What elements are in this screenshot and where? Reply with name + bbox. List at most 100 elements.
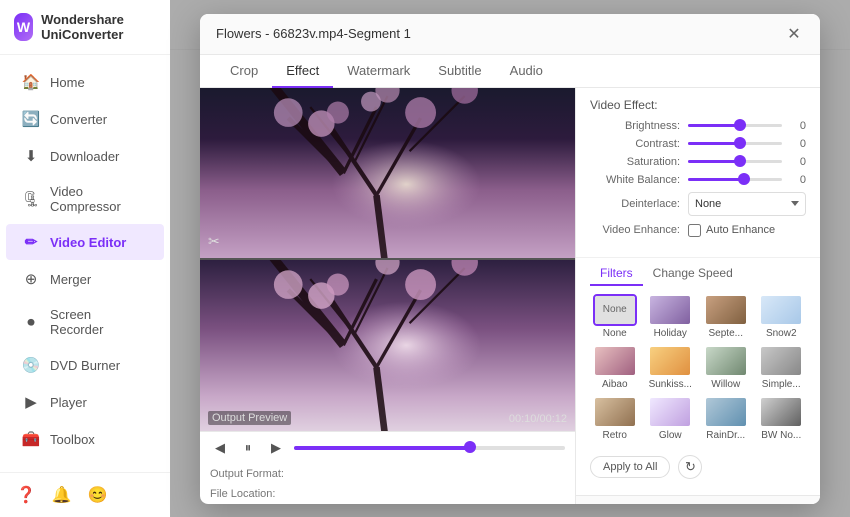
output-preview-label: Output Preview bbox=[208, 411, 291, 425]
tab-crop[interactable]: Crop bbox=[216, 55, 272, 88]
tree-overlay-top bbox=[200, 88, 575, 259]
filter-label-snow2: Snow2 bbox=[766, 328, 797, 339]
edit-dialog: Flowers - 66823v.mp4-Segment 1 ✕ Crop Ef… bbox=[200, 14, 820, 504]
tab-filters[interactable]: Filters bbox=[590, 262, 643, 286]
editor-icon: ✏ bbox=[22, 233, 40, 251]
white-balance-row: White Balance: 0 bbox=[590, 174, 806, 186]
sidebar-item-player[interactable]: ▶ Player bbox=[6, 384, 164, 420]
sidebar-item-label: Converter bbox=[50, 112, 107, 127]
auto-enhance-wrap: Auto Enhance bbox=[688, 224, 775, 237]
pause-button[interactable]: ⏸ bbox=[238, 438, 258, 458]
converter-icon: 🔄 bbox=[22, 110, 40, 128]
video-preview-input: ✂ bbox=[200, 88, 575, 259]
filter-aibao[interactable]: Aibao bbox=[590, 345, 640, 390]
white-balance-slider[interactable] bbox=[688, 178, 782, 181]
contrast-slider[interactable] bbox=[688, 142, 782, 145]
filter-thumb-raindr bbox=[704, 396, 748, 428]
filter-label-none: None bbox=[603, 328, 627, 339]
filter-raindr[interactable]: RainDr... bbox=[701, 396, 751, 441]
deinterlace-select[interactable]: None Yadif Yadif 2x bbox=[688, 192, 806, 216]
filter-sunkiss[interactable]: Sunkiss... bbox=[646, 345, 696, 390]
filter-retro[interactable]: Retro bbox=[590, 396, 640, 441]
file-location-label: File Location: bbox=[210, 488, 300, 500]
effect-section-title: Video Effect: bbox=[590, 98, 806, 112]
saturation-thumb bbox=[734, 155, 746, 167]
scissors-icon: ✂ bbox=[208, 233, 220, 250]
filter-willow[interactable]: Willow bbox=[701, 345, 751, 390]
progress-bar[interactable] bbox=[294, 446, 565, 450]
contrast-value: 0 bbox=[788, 138, 806, 150]
filter-thumb-septe bbox=[704, 294, 748, 326]
sidebar-footer: ❓ 🔔 😊 bbox=[0, 472, 170, 517]
auto-enhance-checkbox[interactable] bbox=[688, 224, 701, 237]
filter-septe[interactable]: Septe... bbox=[701, 294, 751, 339]
white-balance-fill bbox=[688, 178, 744, 181]
compressor-icon: 🗜 bbox=[22, 190, 40, 208]
filter-label-simple: Simple... bbox=[762, 379, 801, 390]
sidebar-item-label: Home bbox=[50, 75, 85, 90]
filter-bw[interactable]: BW No... bbox=[757, 396, 807, 441]
video-preview-output: Output Preview 00:10/00:12 bbox=[200, 258, 575, 431]
app-logo: W Wondershare UniConverter bbox=[0, 0, 170, 55]
sidebar-item-label: Merger bbox=[50, 272, 91, 287]
dialog-overlay: Flowers - 66823v.mp4-Segment 1 ✕ Crop Ef… bbox=[170, 0, 850, 517]
toolbox-icon: 🧰 bbox=[22, 430, 40, 448]
sidebar-item-video-editor[interactable]: ✏ Video Editor bbox=[6, 224, 164, 260]
dialog-body: ✂ bbox=[200, 88, 820, 504]
sidebar-item-label: Player bbox=[50, 395, 87, 410]
refresh-filter-button[interactable]: ↻ bbox=[678, 455, 702, 479]
filter-actions: Apply to All ↻ bbox=[590, 449, 806, 485]
brightness-slider[interactable] bbox=[688, 124, 782, 127]
saturation-row: Saturation: 0 bbox=[590, 156, 806, 168]
effect-section: Video Effect: Brightness: 0 bbox=[576, 88, 820, 257]
saturation-slider[interactable] bbox=[688, 160, 782, 163]
white-balance-thumb bbox=[738, 173, 750, 185]
filter-thumb-retro bbox=[593, 396, 637, 428]
sidebar-item-toolbox[interactable]: 🧰 Toolbox bbox=[6, 421, 164, 457]
close-button[interactable]: ✕ bbox=[784, 24, 804, 44]
next-frame-button[interactable]: ▶ bbox=[266, 438, 286, 458]
auto-enhance-label: Auto Enhance bbox=[706, 224, 775, 236]
sidebar-item-label: Downloader bbox=[50, 149, 119, 164]
filter-grid: None None Holiday bbox=[590, 294, 806, 441]
filter-thumb-holiday bbox=[648, 294, 692, 326]
video-timestamp: 00:10/00:12 bbox=[509, 413, 567, 425]
prev-frame-button[interactable]: ◀ bbox=[210, 438, 230, 458]
app-name: Wondershare UniConverter bbox=[41, 12, 156, 42]
account-icon[interactable]: 😊 bbox=[88, 485, 108, 505]
notification-icon[interactable]: 🔔 bbox=[52, 485, 72, 505]
deinterlace-row: Deinterlace: None Yadif Yadif 2x bbox=[590, 192, 806, 216]
sidebar-item-home[interactable]: 🏠 Home bbox=[6, 64, 164, 100]
tab-subtitle[interactable]: Subtitle bbox=[424, 55, 495, 88]
filter-none[interactable]: None None bbox=[590, 294, 640, 339]
video-enhance-label: Video Enhance: bbox=[590, 224, 680, 236]
player-icon: ▶ bbox=[22, 393, 40, 411]
filter-holiday[interactable]: Holiday bbox=[646, 294, 696, 339]
dialog-tabs: Crop Effect Watermark Subtitle Audio bbox=[200, 55, 820, 88]
filter-snow2[interactable]: Snow2 bbox=[757, 294, 807, 339]
help-icon[interactable]: ❓ bbox=[16, 485, 36, 505]
saturation-label: Saturation: bbox=[590, 156, 680, 168]
sidebar-item-downloader[interactable]: ⬇ Downloader bbox=[6, 138, 164, 174]
sidebar-item-video-compressor[interactable]: 🗜 Video Compressor bbox=[6, 175, 164, 223]
tab-watermark[interactable]: Watermark bbox=[333, 55, 424, 88]
tab-audio[interactable]: Audio bbox=[496, 55, 557, 88]
right-panel: Video Effect: Brightness: 0 bbox=[575, 88, 820, 504]
filter-glow[interactable]: Glow bbox=[646, 396, 696, 441]
filter-label-septe: Septe... bbox=[709, 328, 743, 339]
sidebar-item-screen-recorder[interactable]: ⏺ Screen Recorder bbox=[6, 298, 164, 346]
output-format-label: Output Format: bbox=[210, 468, 300, 480]
contrast-fill bbox=[688, 142, 740, 145]
filter-label-holiday: Holiday bbox=[654, 328, 687, 339]
saturation-fill bbox=[688, 160, 740, 163]
video-area: ✂ bbox=[200, 88, 575, 504]
sidebar-item-dvd-burner[interactable]: 💿 DVD Burner bbox=[6, 347, 164, 383]
tab-change-speed[interactable]: Change Speed bbox=[643, 262, 743, 286]
tab-effect[interactable]: Effect bbox=[272, 55, 333, 88]
filter-thumb-none: None bbox=[593, 294, 637, 326]
sidebar-item-converter[interactable]: 🔄 Converter bbox=[6, 101, 164, 137]
sidebar-item-label: Video Editor bbox=[50, 235, 126, 250]
apply-to-all-button[interactable]: Apply to All bbox=[590, 456, 670, 478]
sidebar-item-merger[interactable]: ⊕ Merger bbox=[6, 261, 164, 297]
filter-simple[interactable]: Simple... bbox=[757, 345, 807, 390]
